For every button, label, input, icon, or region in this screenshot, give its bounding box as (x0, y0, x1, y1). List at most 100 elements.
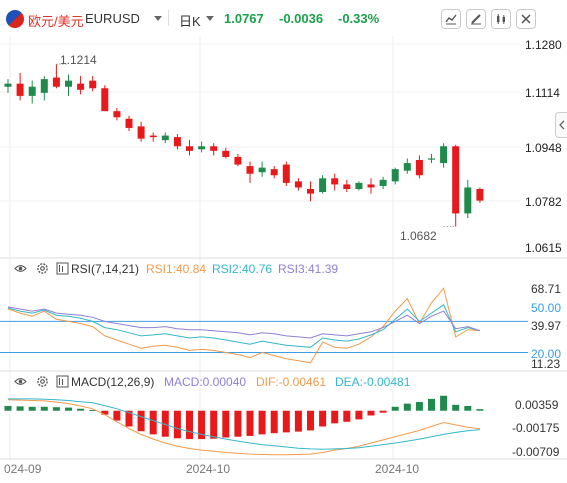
macd-histogram-bar (440, 395, 448, 411)
macd-tick: -0.00175 (512, 421, 560, 435)
macd-histogram-bar (101, 410, 109, 415)
price-tick: 1.0615 (525, 241, 562, 255)
chart-grid (0, 36, 567, 460)
candle-body (440, 146, 448, 164)
candle-body (125, 118, 133, 128)
macd-histogram-bar (367, 410, 375, 416)
high-price-label: 1.1214 (60, 53, 97, 67)
candle-body (246, 166, 254, 174)
dea-value: DEA:-0.00481 (335, 375, 411, 389)
rsi-title: RSI(7,14,21) (71, 262, 140, 276)
macd-histogram-bar (379, 410, 387, 413)
candle-body (113, 111, 121, 118)
macd-histogram-bar (307, 410, 314, 431)
macd-histogram-bar (294, 410, 302, 432)
macd-tick: 0.00359 (515, 398, 559, 412)
candle-body (294, 181, 302, 188)
macd-histogram-bar (28, 406, 36, 411)
macd-value: MACD:0.00040 (164, 375, 247, 389)
macd-histogram-bar (452, 404, 460, 411)
candle-body (186, 146, 193, 151)
collapse-panel-button[interactable] (555, 112, 567, 138)
macd-histogram-bar (4, 406, 12, 411)
candle-body (476, 189, 484, 201)
gear-icon[interactable] (36, 262, 49, 275)
rsi-tick: 50.00 (531, 301, 562, 315)
indicator-menu-icon[interactable] (56, 375, 69, 388)
candle-body (222, 150, 230, 157)
macd-histogram-bar (403, 403, 411, 411)
price-tick: 1.1114 (525, 86, 560, 100)
candle-body (149, 135, 157, 138)
macd-histogram-bar (173, 410, 181, 439)
rsi-tick: 68.71 (531, 282, 562, 296)
macd-histogram-bar (428, 398, 435, 411)
price-chart-canvas[interactable] (0, 0, 567, 483)
rsi1-line (7, 287, 480, 364)
macd-histogram-bar (319, 410, 327, 427)
macd-histogram-bar (464, 406, 472, 411)
candle-body (52, 77, 60, 87)
candle-body (319, 178, 327, 193)
x-axis-label: 024-09 (4, 462, 42, 476)
rsi1-value: RSI1:40.84 (146, 262, 207, 276)
rsi-tick: 39.97 (531, 319, 562, 333)
macd-histogram-bar (343, 410, 351, 422)
price-tick: 1.1280 (525, 38, 562, 52)
candle-body (137, 126, 145, 139)
macd-histogram-bar (331, 410, 339, 424)
eye-icon[interactable] (14, 262, 27, 275)
eye-icon[interactable] (14, 375, 27, 388)
candle-body (270, 169, 278, 176)
macd-histogram-bar (415, 402, 423, 411)
macd-tick: -0.00709 (512, 445, 560, 459)
macd-histogram-bar (52, 407, 60, 411)
candle-body (331, 178, 339, 185)
candle-body (307, 189, 314, 194)
candle-body (367, 184, 375, 188)
candle-body (173, 137, 181, 147)
macd-histogram-bar (234, 410, 242, 437)
candle-body (282, 164, 290, 183)
macd-histogram-bar (210, 410, 218, 439)
macd-histogram-bar (137, 410, 145, 432)
rsi-lines (0, 287, 528, 364)
candle-body (355, 182, 363, 189)
macd-series (4, 395, 484, 456)
candle-body (343, 184, 351, 189)
indicator-menu-icon[interactable] (56, 262, 69, 275)
candle-body (452, 146, 460, 214)
rsi3-value: RSI3:41.39 (278, 262, 339, 276)
macd-histogram-bar (270, 410, 278, 434)
low-price-label: 1.0682 (400, 229, 437, 243)
candle-body (65, 80, 72, 87)
candle-body (101, 88, 109, 112)
price-tick: 1.0782 (525, 195, 562, 209)
price-tick: 1.0948 (525, 141, 562, 155)
rsi2-value: RSI2:40.76 (212, 262, 273, 276)
candle-body (40, 79, 48, 93)
candle-body (428, 158, 435, 160)
macd-histogram-bar (355, 410, 363, 420)
rsi-tick: 11.23 (531, 357, 561, 371)
candle-body (258, 167, 266, 173)
macd-histogram-bar (246, 410, 254, 436)
dif-value: DIF:-0.00461 (256, 375, 327, 389)
rsi2-line (7, 304, 481, 348)
macd-histogram-bar (16, 406, 24, 411)
rsi-header: RSI(7,14,21) RSI1:40.84 RSI2:40.76 RSI3:… (0, 260, 567, 278)
candle-body (89, 80, 97, 89)
candle-body (464, 187, 472, 214)
macd-histogram-bar (77, 408, 85, 411)
macd-histogram-bar (149, 410, 157, 435)
candle-body (391, 169, 399, 182)
candle-body (4, 83, 12, 87)
candle-body (198, 146, 206, 150)
macd-histogram-bar (222, 410, 230, 438)
candle-body (161, 135, 169, 141)
macd-histogram-bar (65, 407, 72, 411)
candle-body (415, 160, 423, 176)
candlestick-series (4, 63, 484, 228)
macd-title: MACD(12,26,9) (71, 375, 155, 389)
gear-icon[interactable] (36, 375, 49, 388)
